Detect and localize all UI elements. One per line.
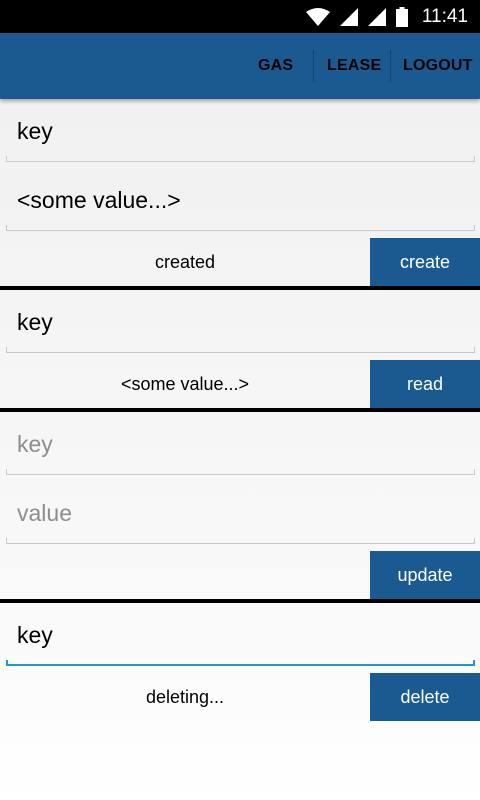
underline-tick [6,538,7,544]
input-underline [6,474,475,475]
underline-tick [474,538,475,544]
input-underline [6,543,475,544]
signal-icon [367,8,386,26]
update-button[interactable]: update [370,551,480,599]
status-bar: 11:41 [0,0,480,33]
input-underline-focused [6,664,475,666]
read-button[interactable]: read [370,360,480,408]
delete-status: deleting... [145,687,225,707]
underline-tick [6,469,7,475]
update-value-input[interactable]: value [6,488,475,544]
underline-tick [6,156,7,162]
input-underline [6,230,475,231]
input-underline [6,161,475,162]
menu-lease[interactable]: LEASE [327,33,381,99]
delete-key-input[interactable]: key [6,610,475,666]
section-divider [0,286,480,290]
status-icons: 11:41 [305,6,468,28]
app-toolbar: GAS LEASE LOGOUT [0,33,480,99]
read-key-input[interactable]: key [6,297,475,353]
update-key-input[interactable]: key [6,419,475,475]
underline-tick [6,347,7,353]
section-divider [0,599,480,603]
update-key-placeholder: key [17,431,53,457]
wifi-icon [305,8,330,26]
create-key-input[interactable]: key [6,106,475,162]
input-underline [6,352,475,353]
underline-tick [474,156,475,162]
underline-tick [474,469,475,475]
create-button[interactable]: create [370,238,480,286]
underline-tick [6,660,8,666]
underline-tick [6,225,7,231]
update-value-placeholder: value [17,500,72,526]
battery-icon [395,7,408,27]
clock: 11:41 [421,6,468,27]
create-value-input[interactable]: <some value...> [6,175,475,231]
menu-divider [313,50,314,82]
signal-icon [339,8,358,26]
create-value-text: <some value...> [17,187,181,213]
underline-tick [473,660,475,666]
create-status: created [154,252,216,272]
menu-gas[interactable]: GAS [258,33,293,99]
underline-tick [474,225,475,231]
underline-tick [474,347,475,353]
read-result: <some value...> [120,374,250,394]
menu-logout[interactable]: LOGOUT [403,33,473,99]
menu-divider [390,50,391,82]
delete-button[interactable]: delete [370,673,480,721]
read-key-text: key [17,309,53,335]
section-divider [0,408,480,412]
create-key-text: key [17,118,53,144]
delete-key-text: key [17,622,53,648]
